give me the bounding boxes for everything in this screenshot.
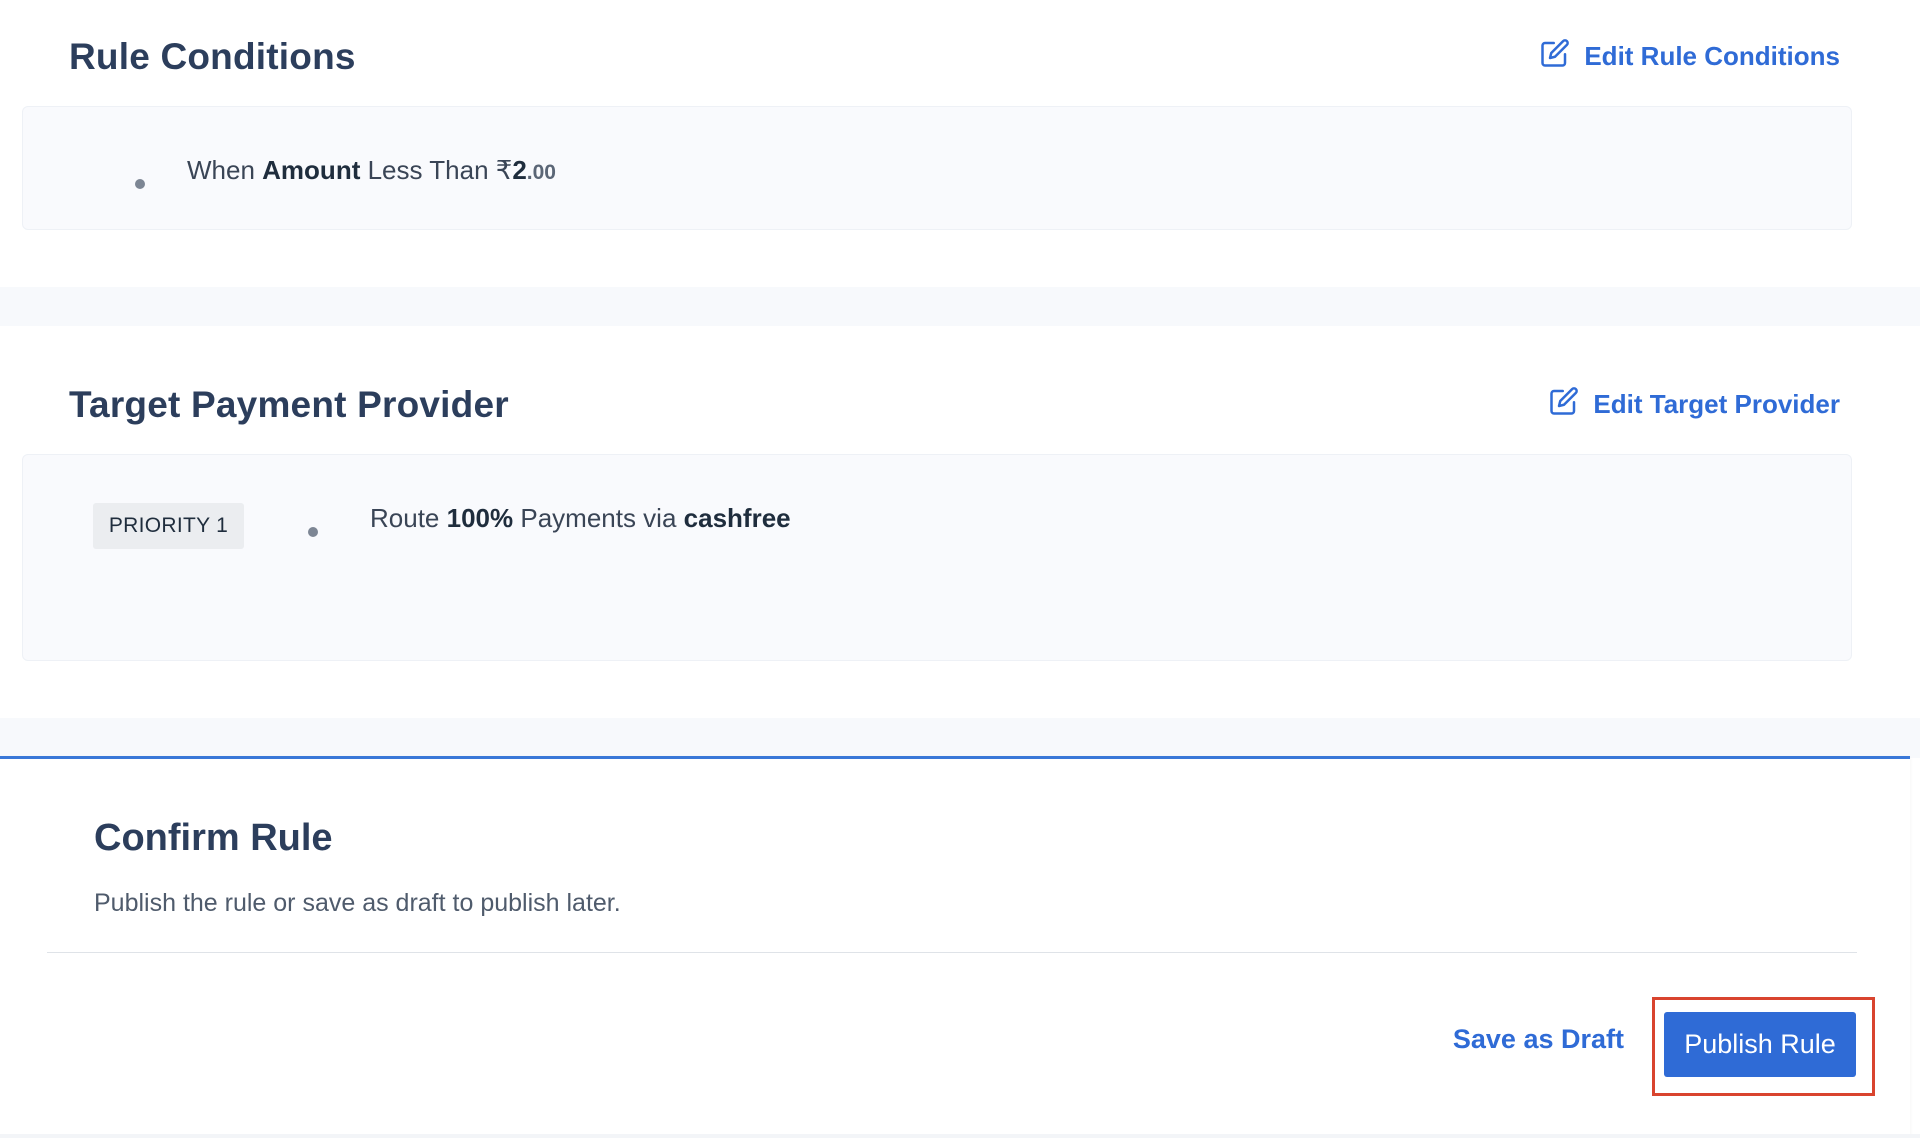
- confirm-rule-description: Publish the rule or save as draft to pub…: [94, 889, 621, 917]
- publish-rule-button[interactable]: Publish Rule: [1664, 1012, 1856, 1077]
- condition-prefix: When: [187, 155, 255, 185]
- confirm-rule-section: Confirm Rule Publish the rule or save as…: [0, 756, 1910, 1134]
- target-provider-title: Target Payment Provider: [69, 384, 509, 425]
- rule-conditions-section: Rule Conditions Edit Rule Conditions Whe…: [0, 0, 1908, 287]
- route-prefix: Route: [370, 503, 440, 533]
- edit-target-provider-label: Edit Target Provider: [1593, 389, 1840, 419]
- currency-symbol: ₹: [495, 155, 513, 185]
- route-bullet: [308, 527, 318, 537]
- publish-highlight-box: Publish Rule: [1652, 997, 1875, 1096]
- route-text: Route 100% Payments via cashfree: [370, 503, 791, 534]
- condition-amount-cents: .00: [526, 161, 556, 184]
- condition-text: When Amount Less Than ₹2.00: [187, 155, 556, 186]
- condition-field: Amount: [262, 155, 361, 185]
- rule-conditions-title: Rule Conditions: [69, 36, 356, 77]
- condition-bullet: [135, 179, 145, 189]
- target-provider-section: Target Payment Provider Edit Target Prov…: [0, 326, 1908, 718]
- save-as-draft-button[interactable]: Save as Draft: [1453, 1024, 1624, 1055]
- confirm-rule-title: Confirm Rule: [94, 817, 333, 859]
- section-separator: [0, 287, 1920, 326]
- section-separator: [0, 718, 1920, 758]
- page-bottom-edge: [0, 1134, 1920, 1138]
- condition-amount: 2: [512, 155, 527, 185]
- route-percent: 100%: [446, 503, 514, 533]
- priority-badge: PRIORITY 1: [93, 503, 244, 549]
- edit-icon: [1549, 386, 1579, 423]
- route-middle: Payments via: [520, 503, 677, 533]
- edit-icon: [1540, 38, 1570, 75]
- condition-operator: Less Than: [367, 155, 489, 185]
- edit-rule-conditions-label: Edit Rule Conditions: [1584, 41, 1840, 71]
- edit-target-provider-link[interactable]: Edit Target Provider: [1549, 386, 1840, 423]
- edit-rule-conditions-link[interactable]: Edit Rule Conditions: [1540, 38, 1840, 75]
- divider: [47, 952, 1857, 953]
- rule-review-page: Rule Conditions Edit Rule Conditions Whe…: [0, 0, 1920, 1138]
- rule-conditions-card: When Amount Less Than ₹2.00: [22, 106, 1852, 230]
- target-provider-card: PRIORITY 1 Route 100% Payments via cashf…: [22, 454, 1852, 661]
- route-provider: cashfree: [683, 503, 791, 533]
